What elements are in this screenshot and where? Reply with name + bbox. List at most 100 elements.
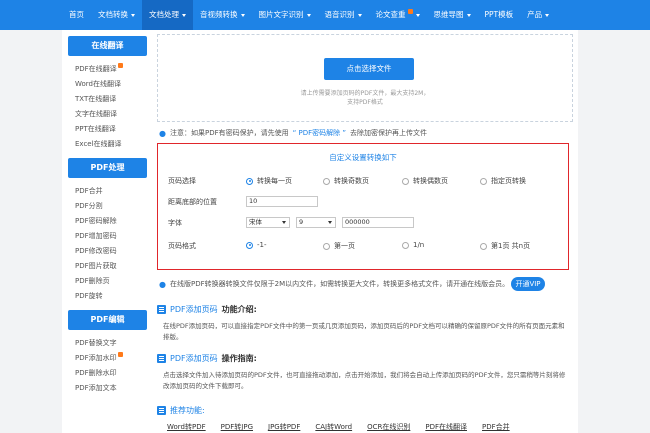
- recommend-link[interactable]: PDF合并: [482, 422, 510, 432]
- radio-option[interactable]: 转换奇数页: [323, 176, 369, 186]
- font-family-value: 宋体: [249, 218, 262, 226]
- sidebar-item[interactable]: PDF合并: [75, 184, 153, 199]
- sidebar-item[interactable]: PDF分割: [75, 199, 153, 214]
- sidebar-item[interactable]: PPT在线翻译: [75, 122, 153, 137]
- nav-item-0[interactable]: 首页: [62, 0, 91, 30]
- chevron-down-icon: [282, 221, 286, 224]
- hot-badge-icon: [117, 63, 123, 68]
- chevron-down-icon: [182, 13, 186, 17]
- radio-option[interactable]: -1-: [246, 241, 267, 249]
- radio-option[interactable]: 1/n: [402, 241, 424, 249]
- sidebar-section-title: PDF编辑: [68, 310, 147, 330]
- radio-icon[interactable]: [480, 177, 487, 185]
- nav-item-9[interactable]: 产品: [520, 0, 556, 30]
- sidebar-item[interactable]: 文字在线翻译: [75, 107, 153, 122]
- nav-item-7[interactable]: 思维导图: [427, 0, 478, 30]
- bullet-icon: ●: [159, 279, 166, 289]
- nav-item-label: 产品: [527, 10, 543, 19]
- radio-label: 第一页: [334, 242, 355, 250]
- radio-icon[interactable]: [480, 242, 487, 250]
- bottom-distance-input[interactable]: 10: [246, 196, 318, 207]
- open-vip-button[interactable]: 开通VIP: [511, 277, 545, 291]
- recommend-link[interactable]: PDF转JPG: [221, 422, 253, 432]
- recommend-link[interactable]: CAJ转Word: [315, 422, 352, 432]
- recommend-links: Word转PDF PDF转JPG JPG转PDF CAJ转Word OCR在线识别 PDF…: [167, 422, 510, 432]
- sidebar-item[interactable]: PDF在线翻译: [75, 62, 153, 77]
- recommend-link[interactable]: JPG转PDF: [268, 422, 300, 432]
- page-select-label: 页码选择: [168, 177, 196, 185]
- sidebar-list: PDF在线翻译 Word在线翻译 TXT在线翻译 文字在线翻译 PPT在线翻译 Excel…: [62, 62, 153, 152]
- sidebar-section-title: 在线翻译: [68, 36, 147, 56]
- sidebar-item-label: PDF修改密码: [75, 247, 117, 255]
- sidebar-item[interactable]: TXT在线翻译: [75, 92, 153, 107]
- nav-item-label: 文档处理: [149, 10, 179, 19]
- nav-item-8[interactable]: PPT模板: [478, 0, 521, 30]
- hot-badge-icon: [117, 352, 123, 357]
- nav-item-label: 音视频转换: [200, 10, 238, 19]
- sidebar-item[interactable]: PDF增加密码: [75, 229, 153, 244]
- nav-item-2[interactable]: 文档处理: [142, 0, 193, 30]
- sidebar-item-label: PDF替换文字: [75, 339, 117, 347]
- radio-option[interactable]: 第1页 共n页: [480, 241, 530, 251]
- radio-icon[interactable]: [246, 177, 253, 185]
- font-size-select[interactable]: 9: [296, 217, 336, 228]
- radio-icon[interactable]: [323, 242, 330, 250]
- sidebar-item-label: PDF密码解除: [75, 217, 117, 225]
- select-file-button[interactable]: 点击选择文件: [324, 58, 414, 80]
- nav-item-5[interactable]: 语音识别: [318, 0, 369, 30]
- radio-option[interactable]: 转换每一页: [246, 176, 292, 186]
- font-color-input[interactable]: 000000: [342, 217, 414, 228]
- radio-icon[interactable]: [402, 177, 409, 185]
- nav-item-3[interactable]: 音视频转换: [193, 0, 252, 30]
- sidebar-item[interactable]: PDF添加水印: [75, 351, 153, 366]
- recommend-link[interactable]: PDF在线翻译: [425, 422, 467, 432]
- nav-item-label: 语音识别: [324, 10, 355, 19]
- radio-icon[interactable]: [246, 241, 253, 249]
- radio-icon[interactable]: [402, 241, 409, 249]
- radio-option[interactable]: 转换偶数页: [402, 176, 448, 186]
- sidebar-item[interactable]: PDF添加文本: [75, 381, 153, 396]
- main-panel: 点击选择文件 请上传需要添加页码的PDF文件，最大支持2M， 支持PDF格式 ●…: [153, 30, 578, 433]
- bullet-icon: ●: [159, 128, 166, 138]
- sidebar-item-label: PDF删除页: [75, 277, 110, 285]
- chevron-down-icon: [357, 13, 362, 17]
- chevron-down-icon: [240, 13, 245, 17]
- bookmark-icon: [157, 406, 166, 415]
- sidebar-item-label: PDF添加水印: [75, 354, 117, 362]
- sidebar-item[interactable]: Excel在线翻译: [75, 137, 153, 152]
- recommend-link[interactable]: Word转PDF: [167, 422, 206, 432]
- upload-drop-zone[interactable]: 点击选择文件 请上传需要添加页码的PDF文件，最大支持2M， 支持PDF格式: [157, 34, 573, 122]
- font-family-select[interactable]: 宋体: [246, 217, 290, 228]
- nav-item-1[interactable]: 文档转换: [91, 0, 142, 30]
- sidebar-item[interactable]: PDF密码解除: [75, 214, 153, 229]
- intro-title: PDF添加页码 功能介绍:: [157, 304, 257, 315]
- document-icon: [157, 305, 166, 314]
- notice-suffix: 去除加密保护再上传文件: [349, 129, 427, 137]
- chevron-down-icon: [131, 13, 135, 17]
- sidebar-item[interactable]: PDF删除页: [75, 274, 153, 289]
- nav-item-6[interactable]: 论文查重: [369, 0, 427, 30]
- sidebar-item-label: PDF图片获取: [75, 262, 117, 270]
- radio-option[interactable]: 第一页: [323, 241, 355, 251]
- sidebar-item[interactable]: PDF修改密码: [75, 244, 153, 259]
- sidebar-item[interactable]: PDF旋转: [75, 289, 153, 304]
- nav-item-4[interactable]: 图片文字识别: [252, 0, 318, 30]
- sidebar-item[interactable]: PDF图片获取: [75, 259, 153, 274]
- sidebar-item[interactable]: Word在线翻译: [75, 77, 153, 92]
- nav-item-label: 图片文字识别: [258, 10, 304, 19]
- sidebar-item-label: PDF合并: [75, 187, 103, 195]
- sidebar-item[interactable]: PDF删除水印: [75, 366, 153, 381]
- font-label: 字体: [168, 219, 182, 227]
- chevron-down-icon: [306, 13, 311, 17]
- radio-option[interactable]: 指定页转换: [480, 176, 526, 186]
- pdf-unlock-link[interactable]: “ PDF密码解除 ”: [293, 128, 346, 138]
- guide-text: 点击选择文件加入待添加页码的PDF文件，也可直接拖动添加，点击开始添加，我们将会…: [163, 371, 566, 390]
- upload-tip-line2: 支持PDF格式: [347, 99, 383, 106]
- document-icon: [157, 354, 166, 363]
- radio-icon[interactable]: [323, 177, 330, 185]
- sidebar-item[interactable]: PDF替换文字: [75, 336, 153, 351]
- upload-tip-line1: 请上传需要添加页码的PDF文件，最大支持2M，: [300, 90, 430, 97]
- recommend-link[interactable]: OCR在线识别: [367, 422, 410, 432]
- vip-notice-text: 在线版PDF转换器转换文件仅限于2M以内文件，如需转换更大文件，转换更多格式文件…: [169, 280, 510, 288]
- bottom-distance-label: 距离底部的位置: [168, 198, 217, 206]
